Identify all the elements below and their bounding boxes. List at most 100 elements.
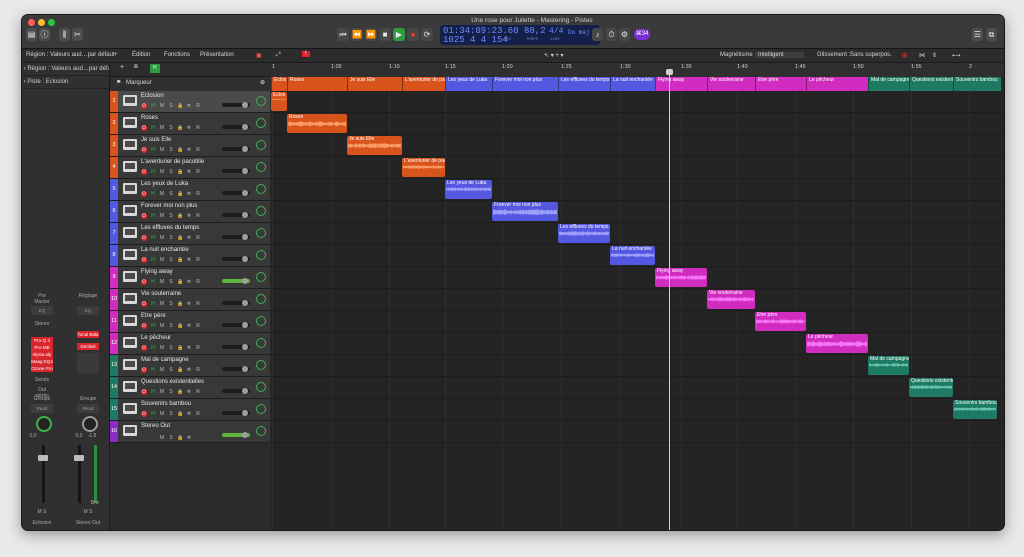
mute-button[interactable]: M	[159, 191, 165, 197]
track-name[interactable]: Souvenirs bambou	[141, 401, 191, 407]
track-header[interactable]: 5 Les yeux de Luka ⏻ H M S 🔒 ❄ R	[110, 179, 270, 201]
volume-handle[interactable]	[242, 388, 248, 394]
track-name[interactable]: Flying away	[141, 269, 173, 275]
track-icon[interactable]	[123, 205, 137, 216]
track-volume-slider[interactable]	[222, 256, 250, 262]
tag-icon[interactable]: H	[150, 103, 156, 109]
tag-icon[interactable]: H	[150, 169, 156, 175]
track-pan-knob[interactable]	[256, 294, 266, 304]
track-name[interactable]: Forever moi non plus	[141, 203, 197, 209]
left-automation[interactable]: Read	[31, 404, 53, 413]
track-volume-slider[interactable]	[222, 300, 250, 306]
notification-badge[interactable]: ⌘34	[634, 29, 650, 40]
track-pan-knob[interactable]	[256, 250, 266, 260]
track-name[interactable]: Je suis Elle	[141, 137, 171, 143]
freeze-icon[interactable]: ❄	[186, 389, 192, 395]
volume-handle[interactable]	[242, 322, 248, 328]
cycle-icon[interactable]: ⟳	[421, 28, 433, 41]
left-fader-handle[interactable]	[38, 455, 48, 461]
track-pan-knob[interactable]	[256, 184, 266, 194]
volume-handle[interactable]	[242, 168, 248, 174]
read-icon[interactable]: R	[195, 257, 201, 263]
track-lane[interactable]: Questions existentielles	[271, 377, 1004, 399]
region-inspector-label[interactable]: Région : Valeurs aud…par défaut	[26, 52, 115, 58]
flex-icon[interactable]: ⤢	[276, 52, 281, 59]
freeze-icon[interactable]: ❄	[186, 279, 192, 285]
marker[interactable]: Le pêcheur	[806, 77, 868, 91]
left-plugin-2[interactable]: Pro-MB	[31, 344, 53, 351]
track-volume-slider[interactable]	[222, 190, 250, 196]
list-editors-icon[interactable]: ☰	[972, 28, 983, 41]
track-volume-slider[interactable]	[222, 322, 250, 328]
track-icon[interactable]	[123, 293, 137, 304]
audio-region[interactable]: Etre père	[755, 312, 806, 331]
track-volume-slider[interactable]	[222, 278, 250, 284]
read-icon[interactable]: R	[195, 103, 201, 109]
left-setting[interactable]: Pre Master	[31, 293, 53, 305]
stop-icon[interactable]: ■	[379, 28, 391, 41]
track-pan-knob[interactable]	[256, 338, 266, 348]
metronome-icon[interactable]: ⏱	[606, 28, 617, 41]
tag-icon[interactable]: H	[150, 213, 156, 219]
record-enable-icon[interactable]: ⏻	[141, 213, 147, 219]
marker[interactable]: Les effluves du temps	[558, 77, 610, 91]
track-header[interactable]: 10 Vie souterraine ⏻ H M S 🔒 ❄ R	[110, 289, 270, 311]
track-lane[interactable]: Roses	[271, 113, 1004, 135]
track-pan-knob[interactable]	[256, 316, 266, 326]
library-icon[interactable]: ▤	[26, 28, 37, 41]
track-lane[interactable]: Je suis Elle	[271, 135, 1004, 157]
mute-button[interactable]: M	[159, 323, 165, 329]
menu-edition[interactable]: Édition	[132, 52, 150, 58]
lock-icon[interactable]: 🔒	[177, 411, 183, 417]
glissement-select[interactable]: Sans superpos.	[850, 52, 892, 58]
volume-handle[interactable]	[242, 366, 248, 372]
track-header[interactable]: 12 Le pêcheur ⏻ H M S 🔒 ❄ R	[110, 333, 270, 355]
menu-fonctions[interactable]: Fonctions	[164, 52, 190, 58]
playhead[interactable]	[666, 69, 673, 530]
read-icon[interactable]: R	[195, 213, 201, 219]
mute-button[interactable]: M	[159, 345, 165, 351]
track-lane[interactable]: Les effluves du temps	[271, 223, 1004, 245]
track-header[interactable]: 2 Roses ⏻ H M S 🔒 ❄ R	[110, 113, 270, 135]
audio-region[interactable]: L'aventurier de pac	[402, 158, 445, 177]
solo-button[interactable]: S	[168, 301, 174, 307]
volume-handle[interactable]	[242, 410, 248, 416]
solo-button[interactable]: S	[168, 103, 174, 109]
tag-icon[interactable]: H	[150, 389, 156, 395]
solo-button[interactable]: S	[168, 257, 174, 263]
audio-region[interactable]: Mal de campagne	[868, 356, 909, 375]
track-icon[interactable]	[123, 227, 137, 238]
snap-icon[interactable]: ⊞	[902, 52, 907, 59]
track-name[interactable]: Questions existentielles	[141, 379, 204, 385]
tag-icon[interactable]: H	[150, 257, 156, 263]
read-icon[interactable]: R	[195, 389, 201, 395]
mute-button[interactable]: M	[159, 257, 165, 263]
audio-region[interactable]: Les effluves du temps	[558, 224, 610, 243]
audio-region[interactable]: Le pêcheur	[806, 334, 868, 353]
right-plugin-2[interactable]: Decibel	[77, 343, 99, 350]
marker[interactable]: Etre père	[755, 77, 806, 91]
track-header[interactable]: 11 Etre père ⏻ H M S 🔒 ❄ R	[110, 311, 270, 333]
track-lane[interactable]: Eclos	[271, 91, 1004, 113]
left-stereo[interactable]: Stereo	[31, 321, 53, 327]
go-to-start-icon[interactable]: ⏮	[337, 28, 349, 41]
mute-button[interactable]: M	[159, 147, 165, 153]
tag-icon[interactable]: H	[150, 235, 156, 241]
read-icon[interactable]: R	[195, 125, 201, 131]
track-volume-slider[interactable]	[222, 410, 250, 416]
zoom-window-button[interactable]	[48, 19, 55, 26]
audio-region[interactable]: Souvenirs bambou	[953, 400, 997, 419]
settings-icon[interactable]: ⚙	[619, 28, 630, 41]
left-plugin-5[interactable]: Ozone Pro	[31, 365, 53, 372]
freeze-icon[interactable]: ❄	[186, 191, 192, 197]
volume-handle[interactable]	[242, 124, 248, 130]
track-pan-knob[interactable]	[256, 162, 266, 172]
mute-button[interactable]: M	[159, 279, 165, 285]
lock-icon[interactable]: 🔒	[177, 147, 183, 153]
volume-handle[interactable]	[242, 432, 248, 438]
right-plugin-1[interactable]: Tonal Bala	[77, 331, 99, 338]
arrange-area[interactable]: 1 1:05 1:10 1:15 1:20 1:25 1:30 1:35 1:40 1:45 1:5…	[271, 63, 1004, 530]
freeze-icon[interactable]: ❄	[186, 257, 192, 263]
record-enable-icon[interactable]: ⏻	[141, 411, 147, 417]
left-fader-track[interactable]	[42, 445, 45, 503]
